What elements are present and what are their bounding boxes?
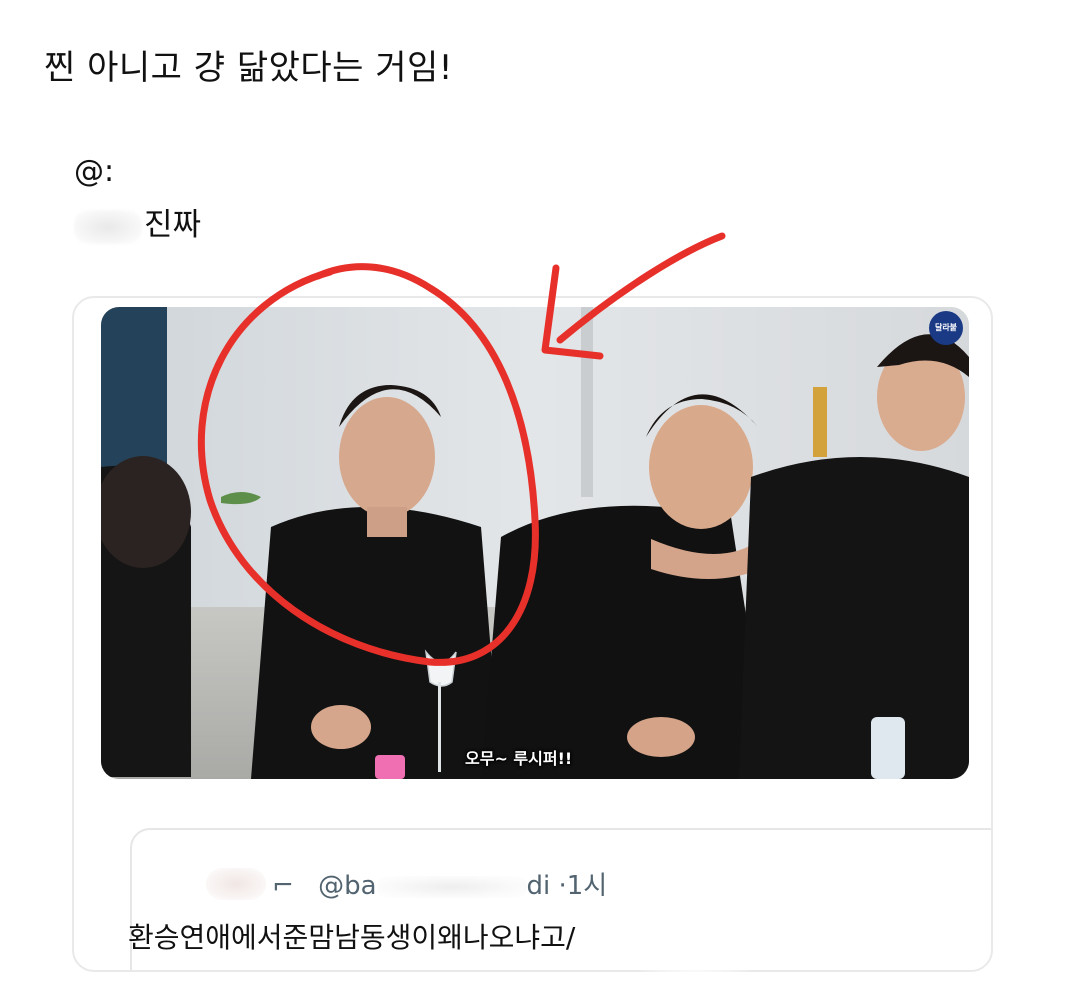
nested-separator: · <box>558 871 567 901</box>
video-subtitle: 오무~ 루시퍼!! <box>465 749 573 768</box>
handle-redaction <box>376 875 527 898</box>
text-fade-overlay <box>640 898 750 974</box>
water-bottle <box>871 717 905 779</box>
quoted-author-handle[interactable]: @: <box>74 152 114 192</box>
nested-quote-text: 환승연애에서준맘남동생이왜나오냐고/ <box>128 921 576 954</box>
quoted-tweet-text-visible: 진짜 <box>144 207 202 243</box>
photo-illustration <box>101 307 969 779</box>
post-text: 찐 아니고 걍 닮았다는 거임! <box>44 48 453 88</box>
nested-handle[interactable]: @ba <box>318 871 376 901</box>
nested-quote-header: ⌐ @ba di ·1시 <box>192 870 607 902</box>
quoted-tweet-card[interactable]: 달라붙 오무~ 루시퍼!! ⌐ @ba di ·1시 <box>72 296 993 972</box>
tweet-media-photo[interactable]: 달라붙 오무~ 루시퍼!! <box>101 307 969 779</box>
quoted-tweet-text: 진짜 <box>74 204 201 246</box>
channel-badge-logo: 달라붙 <box>929 311 963 345</box>
redacted-smudge <box>74 209 142 244</box>
nested-timestamp[interactable]: 1시 <box>567 871 607 901</box>
nested-display-name: ⌐ <box>272 871 294 901</box>
lamp-pole <box>813 387 827 457</box>
nested-handle-end: di <box>526 871 551 901</box>
